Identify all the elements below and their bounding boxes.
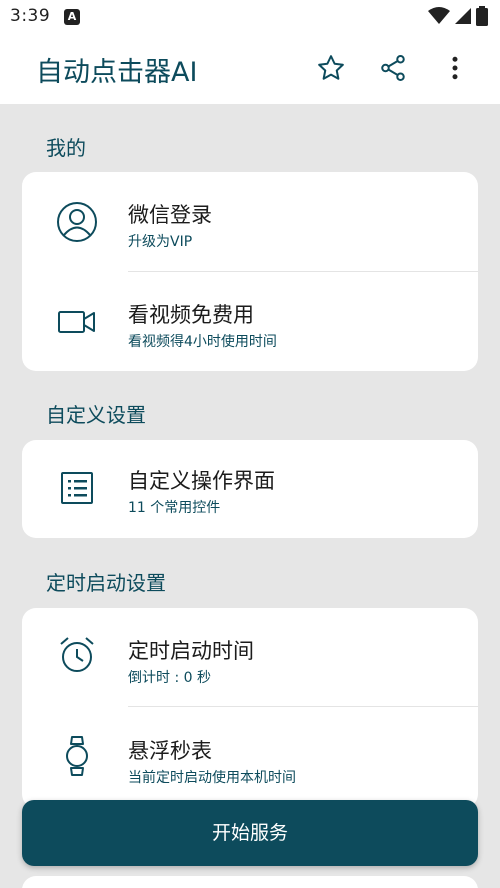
timer-start-title: 定时启动时间 <box>128 639 254 663</box>
more-options-button[interactable] <box>439 52 471 84</box>
favorite-button[interactable] <box>315 52 347 84</box>
star-icon <box>318 55 344 80</box>
section-title-custom: 自定义设置 <box>46 403 146 427</box>
card-timer: 定时启动时间 倒计时 : 0 秒 悬浮秒表 当前定时启动使用本机时间 <box>22 608 478 808</box>
wechat-login-subtitle: 升级为VIP <box>128 234 193 250</box>
status-time: 3:39 <box>10 6 51 26</box>
floating-stopwatch-item[interactable]: 悬浮秒表 当前定时启动使用本机时间 <box>22 708 478 808</box>
floating-stopwatch-subtitle: 当前定时启动使用本机时间 <box>128 770 296 786</box>
status-icons <box>428 6 488 26</box>
battery-icon <box>476 6 488 26</box>
watch-video-title: 看视频免费用 <box>128 303 254 327</box>
status-bar: 3:39 A <box>0 0 500 34</box>
app-title: 自动点击器AI <box>36 57 198 88</box>
start-service-button[interactable]: 开始服务 <box>22 800 478 866</box>
wechat-login-title: 微信登录 <box>128 203 212 227</box>
list-icon <box>56 467 98 509</box>
floating-stopwatch-title: 悬浮秒表 <box>128 739 212 763</box>
timer-start-item[interactable]: 定时启动时间 倒计时 : 0 秒 <box>22 608 478 708</box>
user-circle-icon <box>56 201 98 243</box>
timer-start-subtitle: 倒计时 : 0 秒 <box>128 670 211 686</box>
more-vertical-icon <box>452 56 458 80</box>
watch-video-subtitle: 看视频得4小时使用时间 <box>128 334 277 350</box>
notification-icon: A <box>64 9 80 25</box>
signal-icon <box>455 8 471 24</box>
section-title-mine: 我的 <box>46 136 86 160</box>
card-mine: 微信登录 升级为VIP 看视频免费用 看视频得4小时使用时间 <box>22 172 478 371</box>
custom-ui-subtitle: 11 个常用控件 <box>128 500 221 516</box>
next-card-peek <box>22 876 478 888</box>
watch-icon <box>56 735 98 777</box>
card-custom: 自定义操作界面 11 个常用控件 <box>22 440 478 538</box>
custom-ui-item[interactable]: 自定义操作界面 11 个常用控件 <box>22 440 478 540</box>
section-title-timer: 定时启动设置 <box>46 571 166 595</box>
wifi-icon <box>428 7 450 24</box>
wechat-login-item[interactable]: 微信登录 升级为VIP <box>22 172 478 272</box>
alarm-clock-icon <box>56 634 98 676</box>
share-icon <box>381 55 405 81</box>
divider <box>128 706 478 707</box>
share-button[interactable] <box>377 52 409 84</box>
watch-video-item[interactable]: 看视频免费用 看视频得4小时使用时间 <box>22 272 478 372</box>
video-camera-icon <box>56 301 98 343</box>
app-bar: 自动点击器AI <box>0 34 500 104</box>
custom-ui-title: 自定义操作界面 <box>128 469 275 493</box>
